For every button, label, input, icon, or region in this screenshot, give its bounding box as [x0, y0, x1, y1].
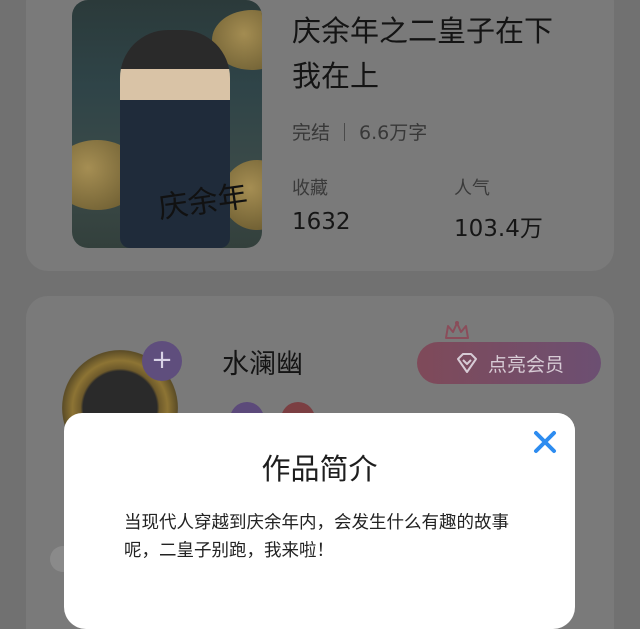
- book-intro-modal: 作品简介 当现代人穿越到庆余年内，会发生什么有趣的故事呢，二皇子别跑，我来啦！: [64, 413, 575, 629]
- follow-plus-button[interactable]: +: [142, 341, 182, 381]
- collect-value: 1632: [292, 209, 351, 235]
- book-title: 庆余年之二皇子在下我在上: [292, 14, 554, 93]
- diamond-icon: [456, 353, 477, 373]
- author-name: 水澜幽: [222, 349, 303, 380]
- plus-icon: +: [151, 345, 173, 375]
- book-status: 完结: [292, 122, 331, 144]
- modal-close-button[interactable]: [515, 413, 575, 471]
- book-cover-image[interactable]: 庆余年: [72, 0, 262, 248]
- modal-title: 作品简介: [261, 452, 378, 486]
- close-icon: [534, 431, 556, 453]
- popularity-value: 103.4万: [454, 216, 543, 242]
- collect-label: 收藏: [292, 178, 328, 199]
- book-meta: 完结 6.6万字: [292, 118, 427, 145]
- book-word-count: 6.6万字: [359, 122, 428, 144]
- vip-membership-button[interactable]: 点亮会员: [417, 342, 601, 384]
- crown-icon: [445, 321, 469, 339]
- modal-body-text: 当现代人穿越到庆余年内，会发生什么有趣的故事呢，二皇子别跑，我来啦！: [124, 513, 509, 561]
- popularity-label: 人气: [454, 178, 490, 199]
- vip-button-label: 点亮会员: [487, 353, 564, 376]
- meta-divider: [344, 122, 346, 141]
